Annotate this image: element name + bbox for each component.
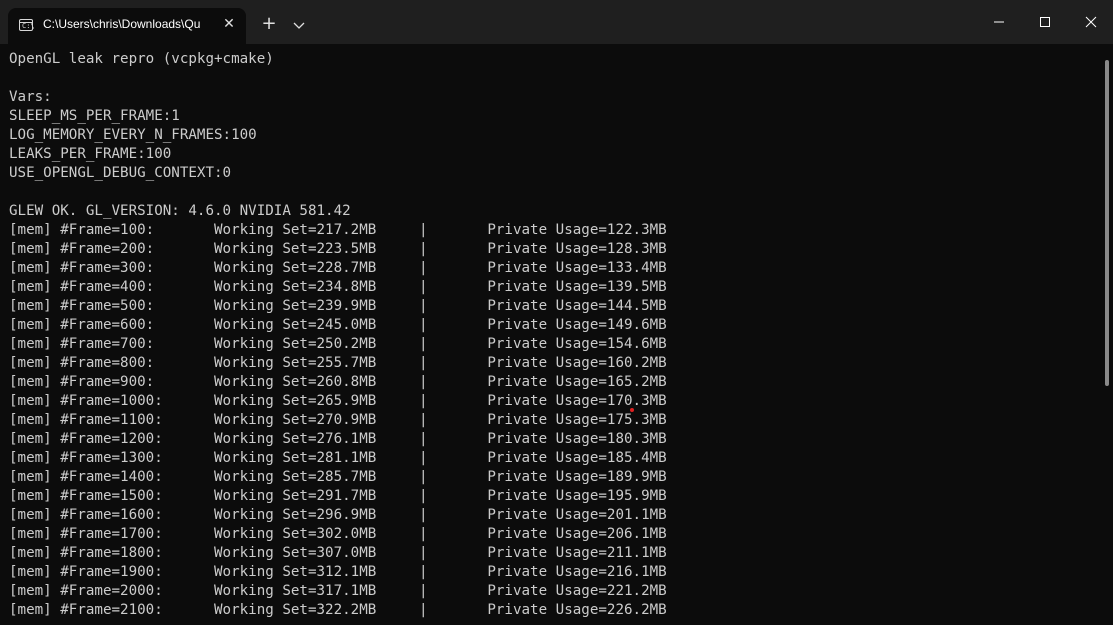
terminal-line: [mem] #Frame=1600: Working Set=296.9MB |… [9, 507, 667, 523]
terminal-line: [mem] #Frame=1200: Working Set=276.1MB |… [9, 431, 667, 447]
new-tab-button[interactable]: + [258, 13, 280, 35]
terminal-line: [mem] #Frame=700: Working Set=250.2MB | … [9, 336, 667, 352]
terminal-line: [mem] #Frame=1700: Working Set=302.0MB |… [9, 526, 667, 542]
terminal-line: [mem] #Frame=1800: Working Set=307.0MB |… [9, 545, 667, 561]
terminal-line: [mem] #Frame=800: Working Set=255.7MB | … [9, 355, 667, 371]
terminal-text: OpenGL leak repro (vcpkg+cmake) Vars: SLEE… [0, 44, 1104, 620]
vertical-scrollbar[interactable] [1105, 60, 1109, 386]
minimize-button[interactable] [976, 0, 1022, 44]
close-window-button[interactable] [1068, 0, 1113, 44]
maximize-button[interactable] [1022, 0, 1068, 44]
terminal-line: [mem] #Frame=1300: Working Set=281.1MB |… [9, 450, 667, 466]
terminal-line: SLEEP_MS_PER_FRAME:1 [9, 108, 180, 124]
tab-title: C:\Users\chris\Downloads\Qu [43, 17, 201, 31]
terminal-line: Vars: [9, 89, 52, 105]
terminal-line: [mem] #Frame=1000: Working Set=265.9MB |… [9, 393, 667, 409]
terminal-line: [mem] #Frame=1900: Working Set=312.1MB |… [9, 564, 667, 580]
terminal-output[interactable]: OpenGL leak repro (vcpkg+cmake) Vars: SLEE… [0, 44, 1104, 625]
terminal-line: OpenGL leak repro (vcpkg+cmake) [9, 51, 274, 67]
tab-dropdown-chevron-icon[interactable] [289, 15, 309, 35]
close-tab-icon[interactable]: ✕ [220, 15, 238, 33]
mouse-pointer-dot [630, 408, 634, 412]
terminal-line: [mem] #Frame=2100: Working Set=322.2MB |… [9, 602, 667, 618]
terminal-tab[interactable]: C:\ C:\Users\chris\Downloads\Qu ✕ [8, 8, 246, 44]
terminal-line: [mem] #Frame=100: Working Set=217.2MB | … [9, 222, 667, 238]
terminal-line: [mem] #Frame=1400: Working Set=285.7MB |… [9, 469, 667, 485]
title-bar: C:\ C:\Users\chris\Downloads\Qu ✕ + [0, 0, 1113, 44]
terminal-line: [mem] #Frame=400: Working Set=234.8MB | … [9, 279, 667, 295]
terminal-line: LEAKS_PER_FRAME:100 [9, 146, 172, 162]
terminal-line: GLEW OK. GL_VERSION: 4.6.0 NVIDIA 581.42 [9, 203, 351, 219]
maximize-icon [1040, 17, 1050, 27]
terminal-line: LOG_MEMORY_EVERY_N_FRAMES:100 [9, 127, 257, 143]
terminal-line: [mem] #Frame=200: Working Set=223.5MB | … [9, 241, 667, 257]
terminal-line: [mem] #Frame=600: Working Set=245.0MB | … [9, 317, 667, 333]
terminal-line: [mem] #Frame=1100: Working Set=270.9MB |… [9, 412, 667, 428]
terminal-line: USE_OPENGL_DEBUG_CONTEXT:0 [9, 165, 232, 181]
minimize-icon [994, 21, 1004, 23]
terminal-line: [mem] #Frame=300: Working Set=228.7MB | … [9, 260, 667, 276]
terminal-icon: C:\ [19, 19, 35, 31]
terminal-line: [mem] #Frame=500: Working Set=239.9MB | … [9, 298, 667, 314]
close-icon [1085, 16, 1097, 28]
terminal-line: [mem] #Frame=900: Working Set=260.8MB | … [9, 374, 667, 390]
terminal-line: [mem] #Frame=1500: Working Set=291.7MB |… [9, 488, 667, 504]
terminal-line: [mem] #Frame=2000: Working Set=317.1MB |… [9, 583, 667, 599]
terminal-window: C:\ C:\Users\chris\Downloads\Qu ✕ + Open… [0, 0, 1113, 625]
